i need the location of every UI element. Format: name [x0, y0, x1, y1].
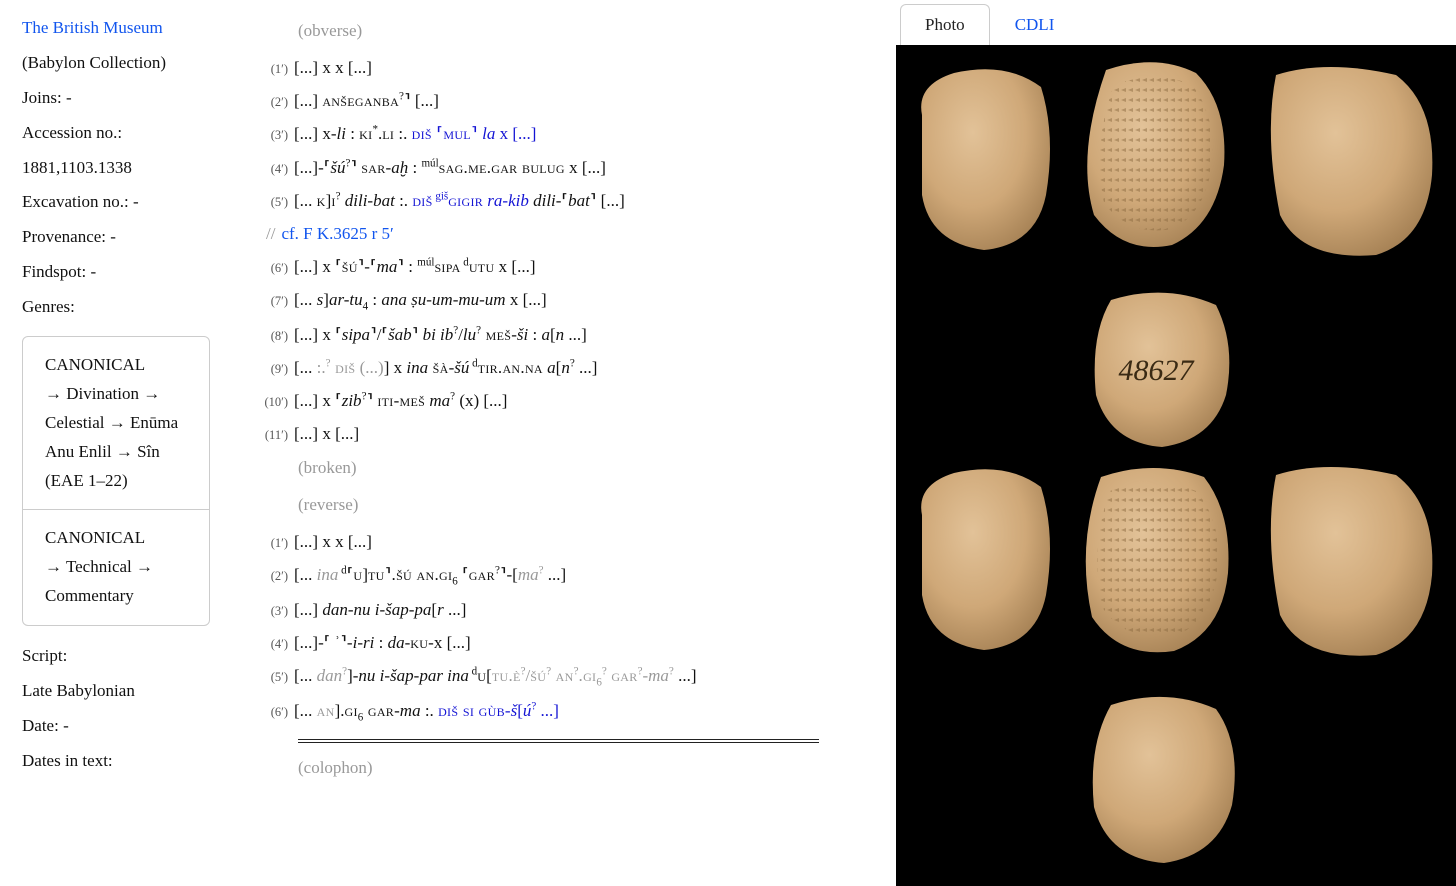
- tablet-fragments-svg: 48627: [896, 45, 1456, 885]
- provenance-label: Provenance:: [22, 227, 106, 246]
- line-number: (6′): [262, 700, 294, 724]
- photo-tabs: Photo CDLI: [896, 0, 1456, 45]
- script-label: Script:: [22, 642, 218, 671]
- metadata-sidebar: The British Museum (Babylon Collection) …: [0, 0, 232, 886]
- parallel-reference[interactable]: // cf. F K.3625 r 5′: [266, 217, 868, 250]
- rev-line-1: (1′) [...] x x [...]: [262, 525, 868, 558]
- line-number: (11′): [262, 423, 294, 447]
- joins-row: Joins: -: [22, 84, 218, 113]
- obv-line-7: (7′) [... s]ar-tu4 : ana ṣu-um-mu-um x […: [262, 283, 868, 318]
- line-number: (6′): [262, 256, 294, 280]
- findspot-row: Findspot: -: [22, 258, 218, 287]
- line-text: [...] x-li : ki*.li :. diš ⸢mul⸣ la x [.…: [294, 117, 868, 150]
- obv-line-4: (4′) [...]-⸢šú?⸣ sar-aḫ : múlsag.me.gar …: [262, 151, 868, 184]
- genre-box: CANONICAL → Divination → Celestial → Enū…: [22, 336, 210, 626]
- reverse-label: (reverse): [298, 488, 868, 521]
- line-number: (4′): [262, 157, 294, 181]
- broken-label: (broken): [298, 451, 868, 484]
- line-number: (7′): [262, 289, 294, 313]
- museum-link[interactable]: The British Museum: [22, 14, 218, 43]
- rev-line-3: (3′) [...] dan-nu i-šap-pa[r ...]: [262, 593, 868, 626]
- line-number: (2′): [262, 90, 294, 114]
- obv-line-1: (1′) [...] x x [...]: [262, 51, 868, 84]
- accession-label: Accession no.:: [22, 119, 218, 148]
- obv-line-11: (11′) [...] x [...]: [262, 417, 868, 450]
- tablet-photo[interactable]: 48627: [896, 45, 1456, 886]
- line-number: (1′): [262, 531, 294, 555]
- line-number: (4′): [262, 632, 294, 656]
- rev-line-4: (4′) [...]-⸢ ʾ⸣-i-ri : da-ku-x [...]: [262, 626, 868, 659]
- obv-line-5: (5′) [... k]i? dili-bat :. diš gišgigir …: [262, 184, 868, 217]
- excavation-value: -: [133, 192, 139, 211]
- dates-in-text-label: Dates in text:: [22, 747, 218, 776]
- photo-pane: Photo CDLI: [896, 0, 1456, 886]
- date-label: Date:: [22, 716, 59, 735]
- obv-line-3: (3′) [...] x-li : ki*.li :. diš ⸢mul⸣ la…: [262, 117, 868, 150]
- joins-label: Joins:: [22, 88, 62, 107]
- line-text: [...] dan-nu i-šap-pa[r ...]: [294, 593, 868, 626]
- double-ruling: [298, 739, 819, 743]
- findspot-value: -: [91, 262, 97, 281]
- joins-value: -: [66, 88, 72, 107]
- genre-path: → Divination → Celestial → Enūma Anu Enl…: [45, 380, 195, 496]
- date-row: Date: -: [22, 712, 218, 741]
- obv-line-8: (8′) [...] x ⸢sipa⸣/⸢šab⸣ bi ib?/lu? meš…: [262, 318, 868, 351]
- obverse-label: (obverse): [298, 14, 868, 47]
- line-text: [...] x [...]: [294, 417, 868, 450]
- script-value: Late Babylonian: [22, 677, 218, 706]
- parallel-link[interactable]: cf. F K.3625 r 5′: [281, 217, 393, 250]
- rev-line-5: (5′) [... dan?]-nu i-šap-par ina du[tu.è…: [262, 659, 868, 694]
- accession-value: 1881,1103.1338: [22, 154, 218, 183]
- line-text: [...]-⸢ ʾ⸣-i-ri : da-ku-x [...]: [294, 626, 868, 659]
- rev-line-2: (2′) [... ina d⸢u]tu⸣.šú an.gi6 ⸢gar?⸣-[…: [262, 558, 868, 593]
- line-text: [...] x ⸢sipa⸣/⸢šab⸣ bi ib?/lu? meš-ši :…: [294, 318, 868, 351]
- genre-canonical-2[interactable]: CANONICAL → Technical → Commentary: [23, 509, 209, 625]
- genre-canonical-1[interactable]: CANONICAL → Divination → Celestial → Enū…: [23, 337, 209, 509]
- findspot-label: Findspot:: [22, 262, 86, 281]
- line-text: [... :.? diš (...)] x ina šà-šú dtir.an.…: [294, 351, 868, 384]
- line-text: [... dan?]-nu i-šap-par ina du[tu.è?/šú?…: [294, 659, 868, 694]
- tab-cdli[interactable]: CDLI: [990, 4, 1080, 45]
- tablet-number: 48627: [1119, 354, 1196, 387]
- genre-head: CANONICAL: [45, 351, 195, 380]
- date-value: -: [63, 716, 69, 735]
- line-text: [...]-⸢šú?⸣ sar-aḫ : múlsag.me.gar bulug…: [294, 151, 868, 184]
- line-text: [...] anšeganba?⸣ [...]: [294, 84, 868, 117]
- rev-line-6: (6′) [... an].gi6 gar-ma :. diš si gùb-š…: [262, 694, 868, 729]
- line-number: (9′): [262, 357, 294, 381]
- obv-line-10: (10′) [...] x ⸢zib?⸣ iti-meš ma? (x) [..…: [262, 384, 868, 417]
- line-number: (5′): [262, 190, 294, 214]
- line-text: [... ina d⸢u]tu⸣.šú an.gi6 ⸢gar?⸣-[ma? .…: [294, 558, 868, 593]
- genres-label: Genres:: [22, 293, 218, 322]
- line-number: (3′): [262, 599, 294, 623]
- transliteration-pane: (obverse) (1′) [...] x x [...] (2′) [...…: [232, 0, 896, 886]
- genre-path: → Technical → Commentary: [45, 553, 195, 611]
- line-number: (1′): [262, 57, 294, 81]
- line-number: (3′): [262, 123, 294, 147]
- obv-line-6: (6′) [...] x ⸢šú⸣-⸢ma⸣ : múlsipa dutu x …: [262, 250, 868, 283]
- line-text: [... k]i? dili-bat :. diš gišgigir ra-ki…: [294, 184, 868, 217]
- line-number: (5′): [262, 665, 294, 689]
- excavation-row: Excavation no.: -: [22, 188, 218, 217]
- line-text: [... s]ar-tu4 : ana ṣu-um-mu-um x [...]: [294, 283, 868, 318]
- colophon-label: (colophon): [298, 751, 868, 784]
- line-text: [...] x x [...]: [294, 525, 868, 558]
- parallel-marker: //: [266, 217, 275, 250]
- line-text: [...] x ⸢zib?⸣ iti-meš ma? (x) [...]: [294, 384, 868, 417]
- provenance-row: Provenance: -: [22, 223, 218, 252]
- line-text: [... an].gi6 gar-ma :. diš si gùb-š[ú? .…: [294, 694, 868, 729]
- tab-photo[interactable]: Photo: [900, 4, 990, 45]
- collection-name: (Babylon Collection): [22, 49, 218, 78]
- line-number: (8′): [262, 324, 294, 348]
- obv-line-9: (9′) [... :.? diš (...)] x ina šà-šú dti…: [262, 351, 868, 384]
- line-number: (2′): [262, 564, 294, 588]
- obv-line-2: (2′) [...] anšeganba?⸣ [...]: [262, 84, 868, 117]
- provenance-value: -: [110, 227, 116, 246]
- line-text: [...] x ⸢šú⸣-⸢ma⸣ : múlsipa dutu x [...]: [294, 250, 868, 283]
- line-number: (10′): [262, 390, 294, 414]
- excavation-label: Excavation no.:: [22, 192, 129, 211]
- line-text: [...] x x [...]: [294, 51, 868, 84]
- genre-head: CANONICAL: [45, 524, 195, 553]
